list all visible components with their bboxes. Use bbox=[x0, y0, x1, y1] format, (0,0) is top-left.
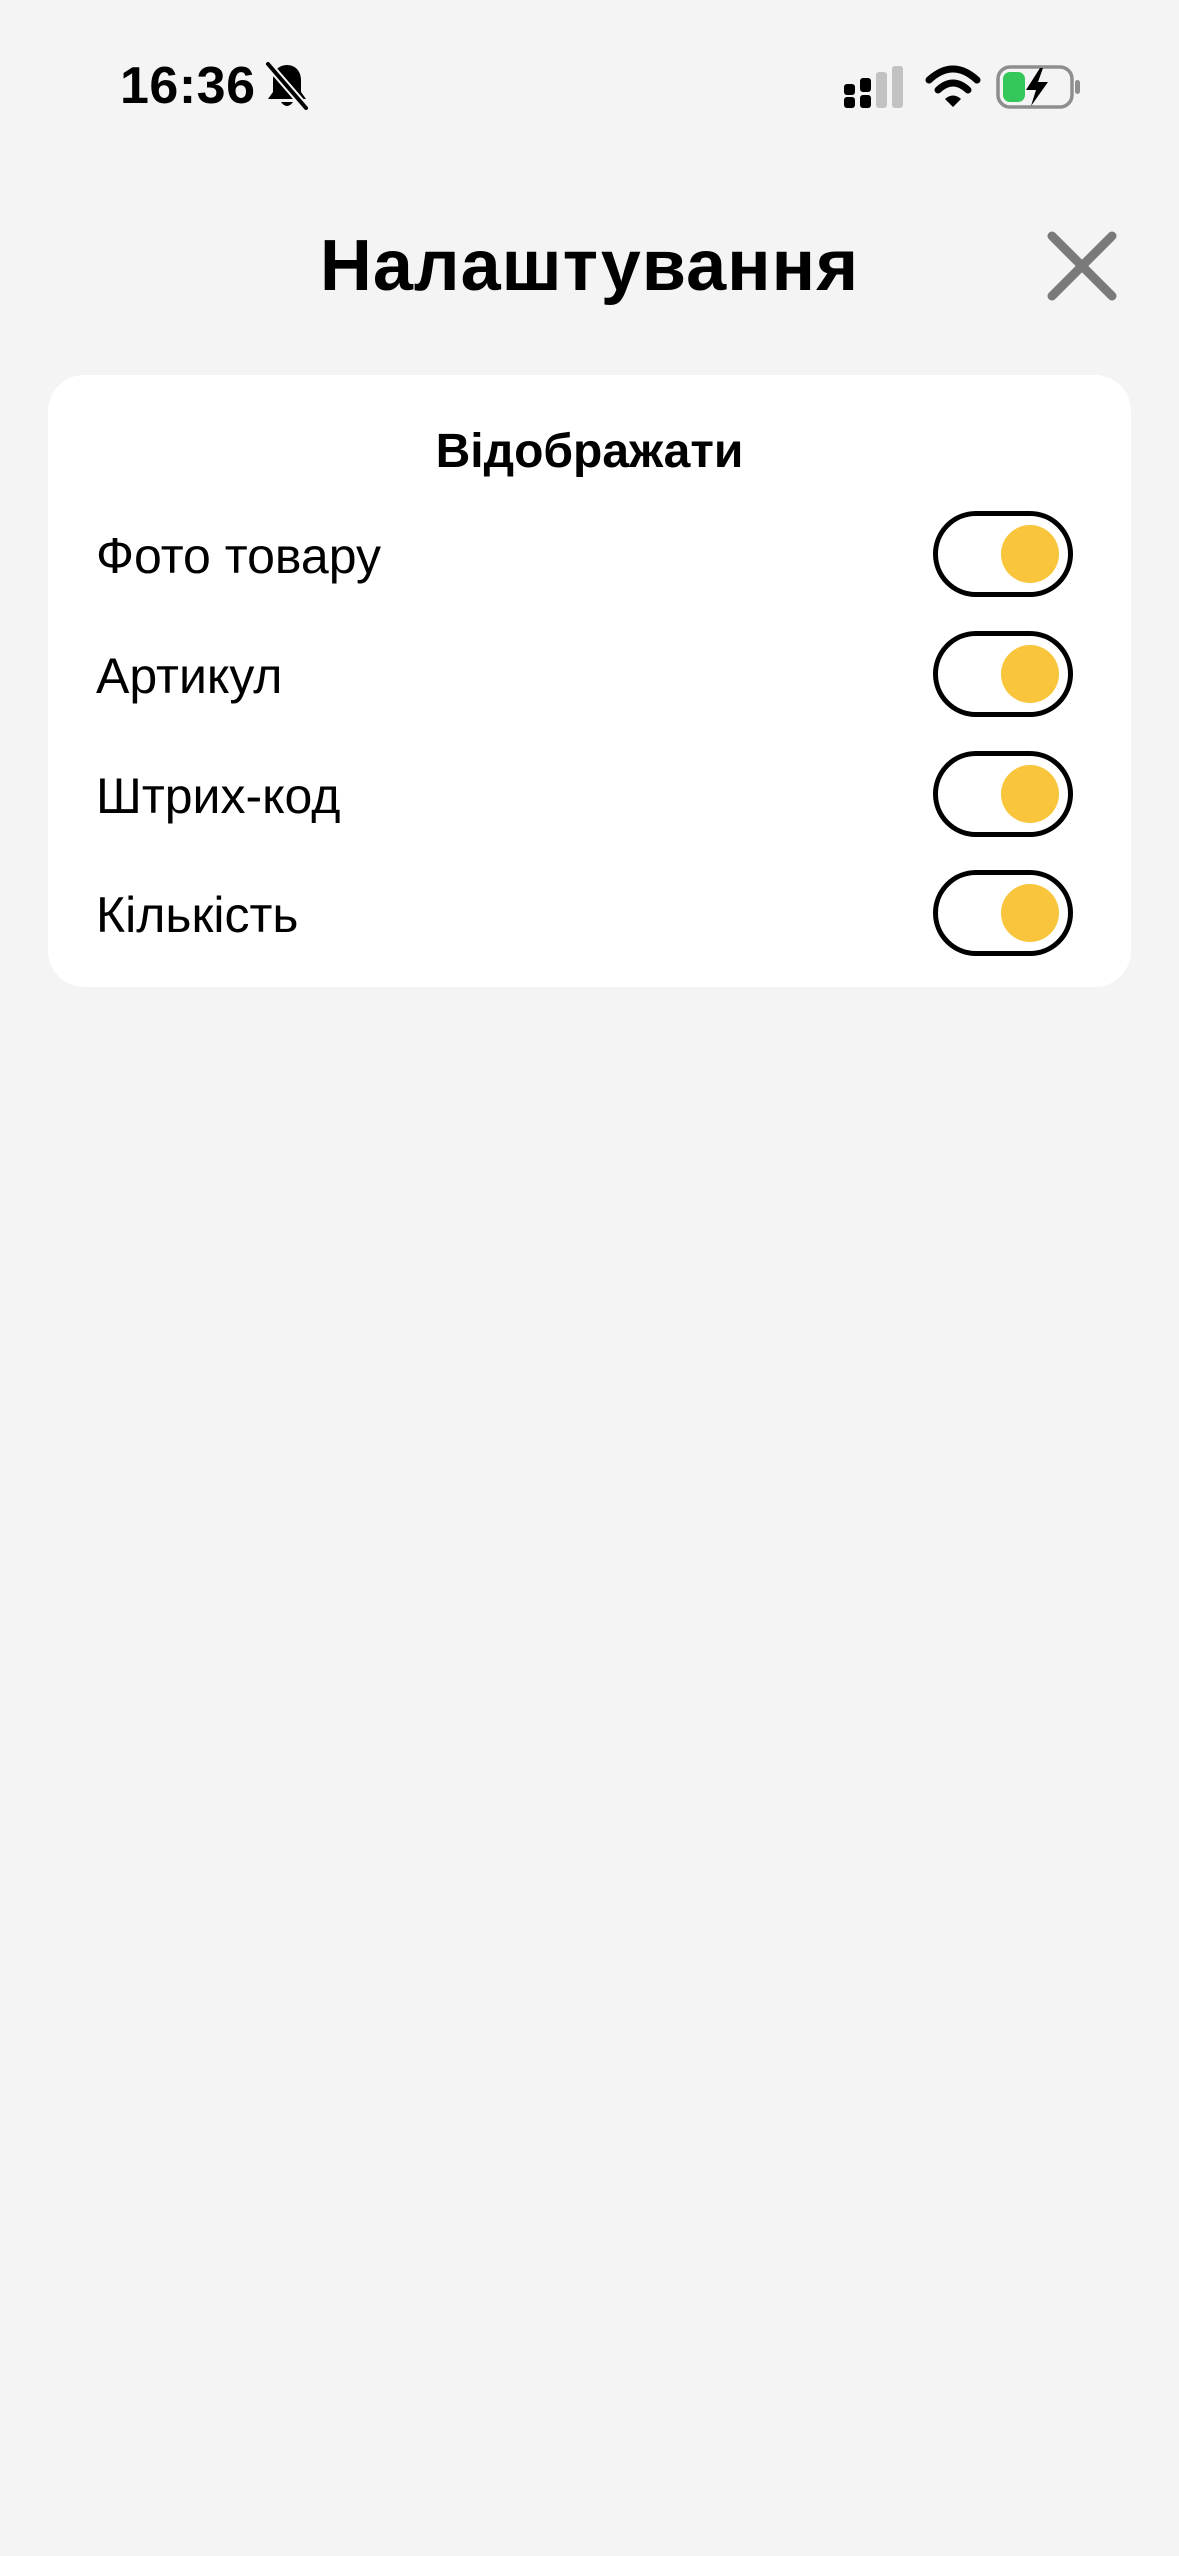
toggle-product-photo[interactable] bbox=[933, 511, 1073, 597]
section-heading: Відображати bbox=[435, 425, 744, 478]
bell-slash-icon bbox=[262, 60, 312, 112]
setting-label-article: Артикул bbox=[96, 648, 283, 704]
toggle-knob bbox=[1001, 525, 1059, 583]
status-bar: 16:36 bbox=[0, 0, 1179, 175]
wifi-icon bbox=[925, 64, 981, 110]
setting-label-barcode: Штрих-код bbox=[96, 768, 341, 824]
status-time: 16:36 bbox=[120, 57, 256, 115]
setting-row-barcode: Штрих-код bbox=[48, 751, 1131, 841]
toggle-article[interactable] bbox=[933, 631, 1073, 717]
toggle-barcode[interactable] bbox=[933, 751, 1073, 837]
page-title: Налаштування bbox=[319, 226, 860, 306]
setting-row-quantity: Кількість bbox=[48, 870, 1131, 960]
setting-label-product-photo: Фото товару bbox=[96, 528, 381, 584]
battery-charging-icon bbox=[996, 62, 1082, 112]
display-settings-card: Відображати Фото товару Артикул Штрих-ко… bbox=[48, 375, 1131, 987]
setting-row-article: Артикул bbox=[48, 631, 1131, 721]
close-button[interactable] bbox=[1040, 224, 1124, 308]
toggle-knob bbox=[1001, 765, 1059, 823]
setting-label-quantity: Кількість bbox=[96, 887, 299, 943]
toggle-knob bbox=[1001, 884, 1059, 942]
close-icon bbox=[1047, 231, 1117, 301]
cellular-signal-icon bbox=[844, 66, 908, 110]
setting-row-product-photo: Фото товару bbox=[48, 511, 1131, 601]
toggle-knob bbox=[1001, 645, 1059, 703]
toggle-quantity[interactable] bbox=[933, 870, 1073, 956]
